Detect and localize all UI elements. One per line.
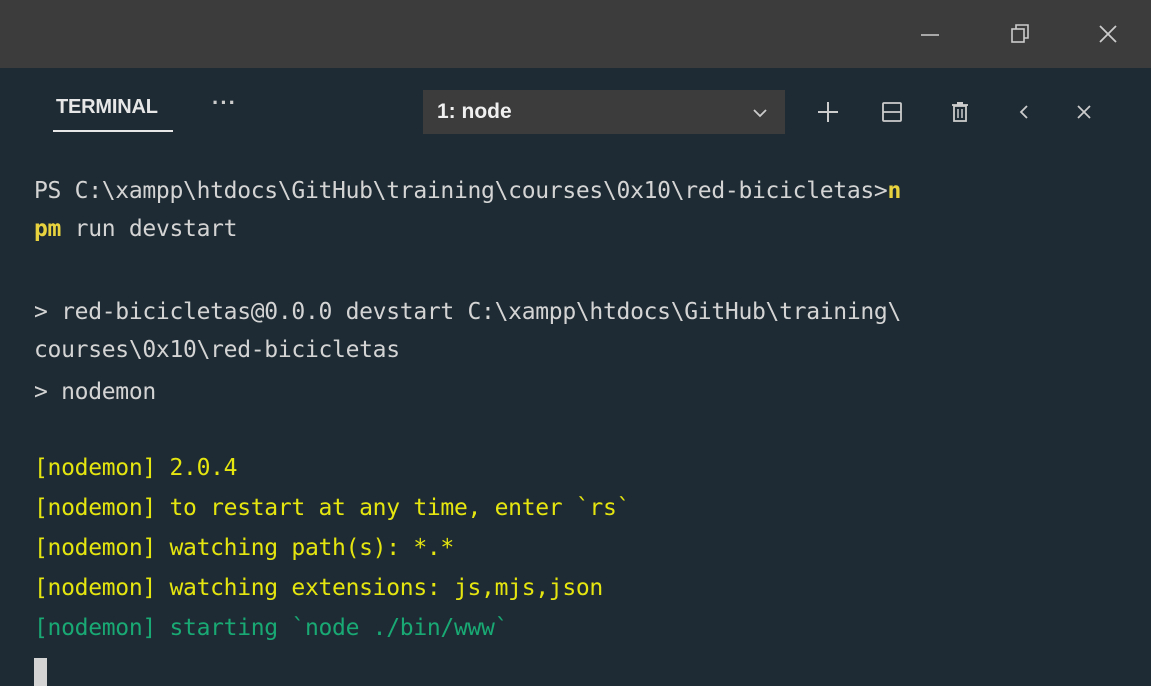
close-panel-button[interactable] <box>1064 90 1104 134</box>
tab-terminal[interactable]: TERMINAL <box>56 96 158 119</box>
split-icon <box>882 102 902 122</box>
nodemon-line: [nodemon] starting `node ./bin/www` <box>34 615 509 641</box>
chevron-left-icon <box>1019 105 1028 119</box>
restore-button[interactable] <box>992 6 1048 62</box>
command-text: pm <box>34 216 62 242</box>
maximize-panel-button[interactable] <box>1004 90 1044 134</box>
nodemon-line: [nodemon] 2.0.4 <box>34 455 238 481</box>
command-args: run devstart <box>61 216 238 242</box>
trash-icon <box>952 102 968 122</box>
chevron-down-icon <box>753 109 767 118</box>
close-icon <box>1077 105 1091 119</box>
terminal-select[interactable]: 1: node <box>423 90 785 134</box>
command-text: n <box>887 178 902 204</box>
minimize-icon <box>921 34 939 36</box>
active-tab-indicator <box>53 130 173 132</box>
plus-icon <box>818 102 838 122</box>
nodemon-line: [nodemon] to restart at any time, enter … <box>34 495 631 521</box>
kill-terminal-button[interactable] <box>940 90 980 134</box>
panel-header: TERMINAL ··· 1: node <box>0 68 1151 158</box>
split-terminal-button[interactable] <box>872 90 912 134</box>
nodemon-line: [nodemon] watching path(s): *.* <box>34 535 454 561</box>
close-icon <box>1099 25 1117 43</box>
terminal-select-value: 1: node <box>437 100 512 123</box>
minimize-button[interactable] <box>902 6 958 62</box>
terminal-line: pm run devstart <box>34 213 238 245</box>
terminal-output[interactable]: PS C:\xampp\htdocs\GitHub\training\cours… <box>0 158 1151 686</box>
close-window-button[interactable] <box>1080 6 1136 62</box>
new-terminal-button[interactable] <box>808 90 848 134</box>
restore-icon <box>1011 24 1029 43</box>
terminal-line: courses\0x10\red-bicicletas <box>34 337 400 363</box>
title-bar <box>0 0 1151 68</box>
terminal-line: PS C:\xampp\htdocs\GitHub\training\cours… <box>34 175 901 207</box>
terminal-cursor <box>34 658 47 686</box>
nodemon-line: [nodemon] watching extensions: js,mjs,js… <box>34 575 603 601</box>
terminal-line: > red-bicicletas@0.0.0 devstart C:\xampp… <box>34 299 902 325</box>
more-actions-button[interactable]: ··· <box>212 90 237 116</box>
terminal-line: > nodemon <box>34 379 156 405</box>
vscode-window: TERMINAL ··· 1: node PS C:\xampp\htdocs\… <box>0 0 1151 686</box>
prompt-text: PS C:\xampp\htdocs\GitHub\training\cours… <box>34 178 888 204</box>
